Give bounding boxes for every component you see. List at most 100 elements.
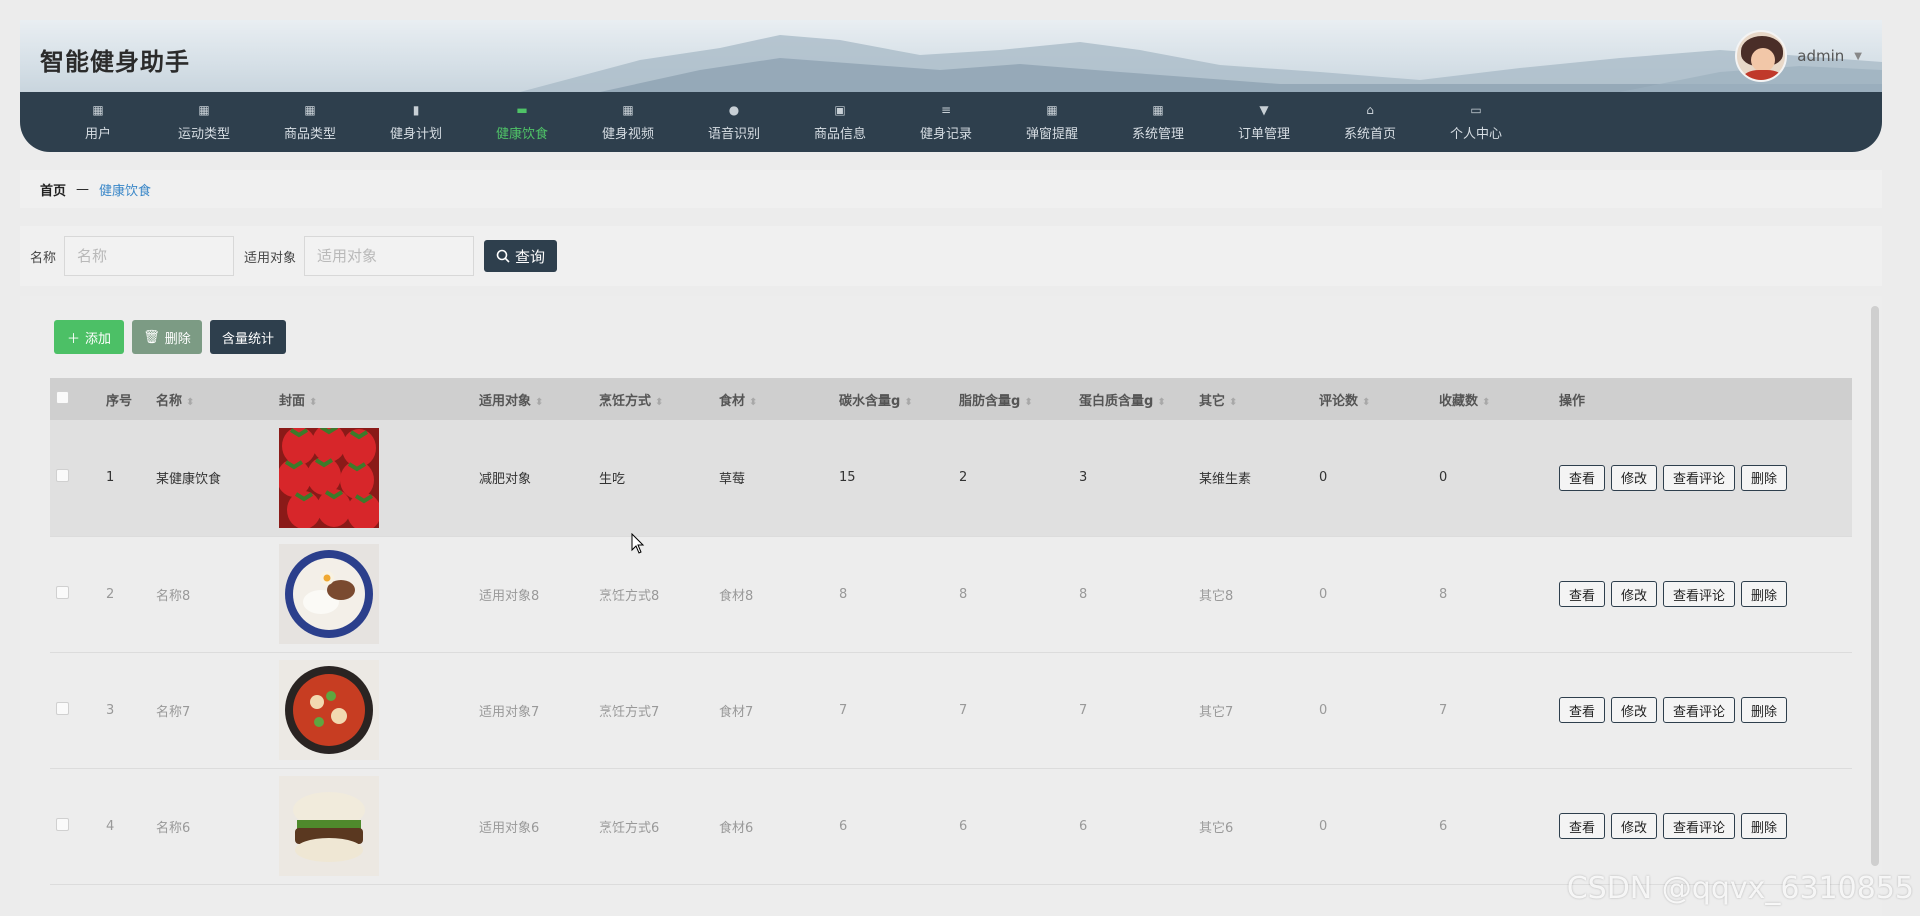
column-header[interactable]: 烹饪方式 ⬍	[599, 378, 719, 420]
cell-other: 某维生素	[1199, 472, 1252, 488]
cell-food: 食材6	[719, 820, 754, 836]
nav-item-1[interactable]: ▦ 运动类型	[151, 92, 257, 152]
scrollbar[interactable]	[1871, 306, 1879, 866]
sort-icon[interactable]: ⬍	[1362, 397, 1370, 408]
delete-row-button[interactable]: 删除	[1741, 581, 1788, 607]
user-menu[interactable]: admin ▼	[1735, 30, 1862, 82]
grid-icon: ▦	[1046, 102, 1058, 117]
nav-item-11[interactable]: ▼ 订单管理	[1211, 92, 1317, 152]
column-header[interactable]: 名称 ⬍	[156, 378, 279, 420]
site-header: 智能健身助手 admin ▼ ▦ 用户 ▦ 运动类型 ▦ 商品类型 ▮ 健身计划 ▬ 健康饮食 ▦ 健…	[20, 20, 1882, 152]
nav-item-label: 语音识别	[707, 126, 760, 142]
breadcrumb-home[interactable]: 首页	[40, 180, 66, 199]
cell-food: 食材7	[719, 704, 754, 720]
column-header[interactable]: 收藏数 ⬍	[1439, 378, 1559, 420]
cell-ops: 查看 修改 查看评论 删除	[1559, 768, 1852, 884]
nav-item-12[interactable]: ⌂ 系统首页	[1317, 92, 1423, 152]
row-checkbox[interactable]	[56, 701, 69, 715]
stats-button[interactable]: 含量统计	[210, 320, 286, 354]
name-input[interactable]	[64, 236, 235, 276]
delete-button[interactable]: 🗑 删除	[132, 320, 202, 354]
column-header-label: 封面	[279, 393, 306, 409]
column-header[interactable]: 蛋白质含量g ⬍	[1079, 378, 1199, 420]
sort-icon[interactable]: ⬍	[309, 397, 317, 408]
table-row: 3 名称7 适用对象7 烹饪方式7 食材7 7 7 7 其它7 0 7 查看 修改 查看评论 删除	[50, 652, 1852, 768]
column-header[interactable]: 适用对象 ⬍	[479, 378, 599, 420]
nav-item-5[interactable]: ▦ 健身视频	[575, 92, 681, 152]
cover-cell	[279, 652, 479, 768]
sort-icon[interactable]: ⬍	[904, 397, 912, 408]
view-button[interactable]: 查看	[1559, 697, 1606, 723]
edit-button[interactable]: 修改	[1611, 464, 1658, 491]
mouse-cursor-icon	[631, 533, 645, 554]
nav-item-8[interactable]: ≡ 健身记录	[893, 92, 999, 152]
query-button[interactable]: 查询	[484, 240, 558, 272]
nav-item-label: 运动类型	[177, 126, 230, 142]
sort-icon[interactable]: ⬍	[655, 397, 663, 408]
cell-cook: 生吃	[599, 472, 626, 488]
sort-icon[interactable]: ⬍	[1157, 397, 1165, 408]
nav-item-13[interactable]: ▭ 个人中心	[1423, 92, 1529, 152]
view-comments-button[interactable]: 查看评论	[1663, 464, 1736, 491]
cell-carb: 8	[839, 586, 848, 602]
view-comments-button[interactable]: 查看评论	[1663, 813, 1736, 839]
nav-item-label: 系统管理	[1131, 126, 1184, 142]
cell-comments: 0	[1319, 818, 1328, 834]
column-header-label: 名称	[156, 393, 183, 409]
cover-cell	[279, 768, 479, 884]
briefcase-icon: ▣	[834, 102, 846, 117]
view-button[interactable]: 查看	[1559, 813, 1606, 839]
sort-icon[interactable]: ⬍	[749, 397, 757, 408]
delete-label: 删除	[164, 331, 191, 347]
sort-icon[interactable]: ⬍	[535, 397, 543, 408]
nav-item-7[interactable]: ▣ 商品信息	[787, 92, 893, 152]
watermark: CSDN @qqvx_6310855	[1566, 871, 1914, 906]
nav-item-9[interactable]: ▦ 弹窗提醒	[999, 92, 1105, 152]
select-all-checkbox[interactable]	[56, 390, 69, 404]
username[interactable]: admin	[1797, 47, 1844, 65]
column-header-label: 蛋白质含量g	[1079, 393, 1154, 409]
trash-icon: 🗑	[143, 329, 160, 345]
cell-protein: 8	[1079, 586, 1088, 602]
avatar[interactable]	[1735, 30, 1788, 82]
sort-icon[interactable]: ⬍	[1229, 397, 1237, 408]
nav-item-10[interactable]: ▦ 系统管理	[1105, 92, 1211, 152]
column-header[interactable]: 脂肪含量g ⬍	[959, 378, 1079, 420]
sort-icon[interactable]: ⬍	[1024, 397, 1032, 408]
column-header[interactable]: 碳水含量g ⬍	[839, 378, 959, 420]
breadcrumb-separator: —	[76, 181, 90, 197]
nav-item-3[interactable]: ▮ 健身计划	[363, 92, 469, 152]
view-button[interactable]: 查看	[1559, 581, 1606, 607]
view-button[interactable]: 查看	[1559, 464, 1606, 491]
column-header-label: 操作	[1559, 393, 1586, 409]
sort-icon[interactable]: ⬍	[1482, 397, 1490, 408]
mountain-illustration	[520, 35, 1882, 92]
row-checkbox[interactable]	[56, 585, 69, 599]
edit-button[interactable]: 修改	[1611, 697, 1658, 723]
target-input[interactable]	[304, 236, 475, 276]
delete-row-button[interactable]: 删除	[1741, 813, 1788, 839]
add-button[interactable]: ＋ 添加	[54, 320, 124, 354]
row-checkbox[interactable]	[56, 817, 69, 831]
nav-item-2[interactable]: ▦ 商品类型	[257, 92, 363, 152]
column-header-label: 食材	[719, 393, 746, 409]
edit-button[interactable]: 修改	[1611, 813, 1658, 839]
view-comments-button[interactable]: 查看评论	[1663, 697, 1736, 723]
nav-item-6[interactable]: ● 语音识别	[681, 92, 787, 152]
column-header[interactable]: 评论数 ⬍	[1319, 378, 1439, 420]
column-header[interactable]: 其它 ⬍	[1199, 378, 1319, 420]
grid-icon: ▦	[622, 102, 634, 117]
chevron-down-icon[interactable]: ▼	[1854, 51, 1862, 62]
delete-row-button[interactable]: 删除	[1741, 697, 1788, 723]
card-icon: ▭	[1470, 102, 1482, 117]
nav-item-4[interactable]: ▬ 健康饮食	[469, 92, 575, 152]
diet-table: 序号 名称 ⬍ 封面 ⬍ 适用对象 ⬍ 烹饪方式 ⬍ 食材 ⬍ 碳水含量g ⬍ 脂肪含量g ⬍ 蛋白质含量g ⬍…	[50, 378, 1852, 885]
column-header[interactable]: 食材 ⬍	[719, 378, 839, 420]
column-header[interactable]: 封面 ⬍	[279, 378, 479, 420]
view-comments-button[interactable]: 查看评论	[1663, 581, 1736, 607]
edit-button[interactable]: 修改	[1611, 581, 1658, 607]
sort-icon[interactable]: ⬍	[186, 397, 194, 408]
delete-row-button[interactable]: 删除	[1741, 464, 1788, 491]
nav-item-0[interactable]: ▦ 用户	[45, 92, 151, 152]
row-checkbox[interactable]	[56, 469, 69, 483]
